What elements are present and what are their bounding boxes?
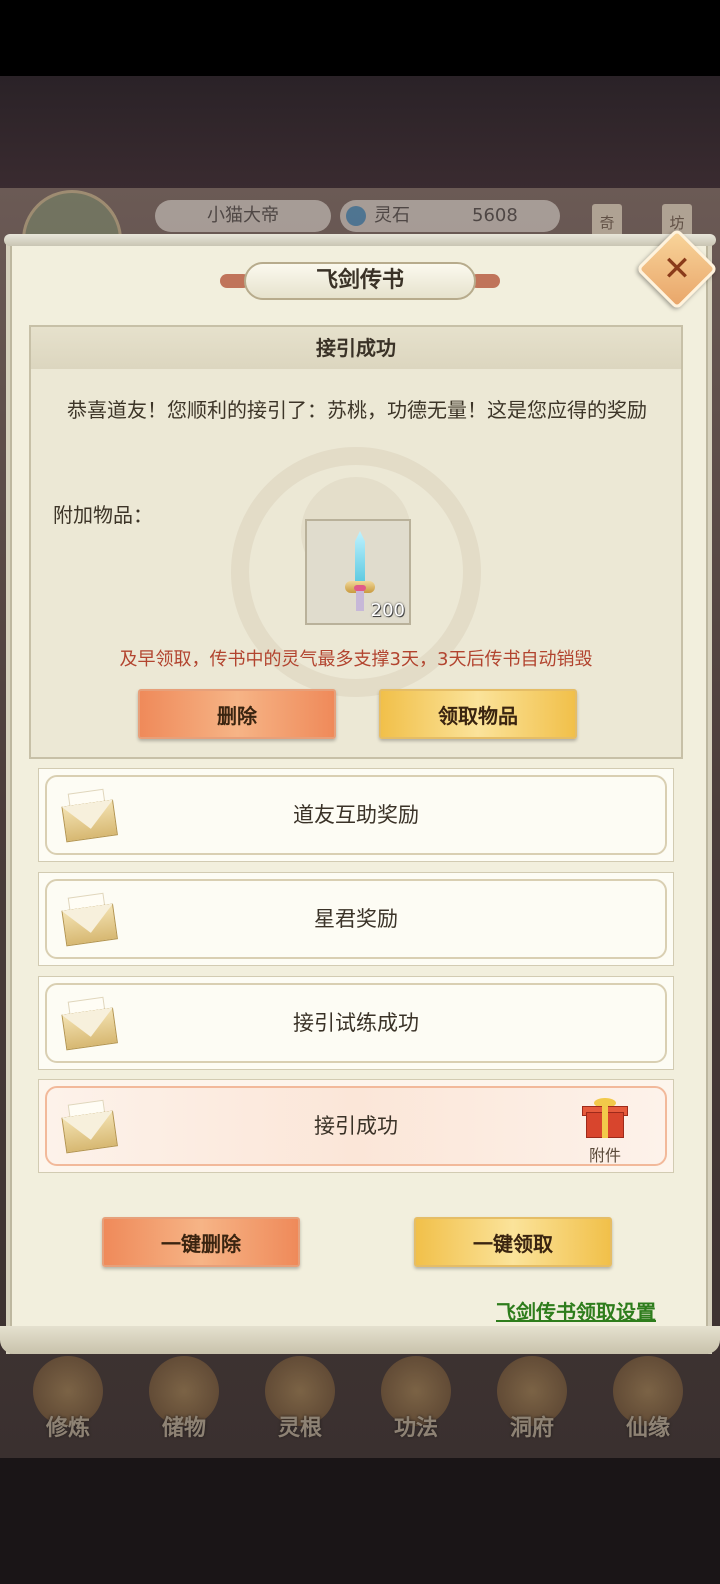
claim-settings-link[interactable]: 飞剑传书领取设置: [496, 1296, 656, 1325]
currency-pill: 灵石 5608: [340, 200, 560, 232]
mail-list-item[interactable]: 道友互助奖励: [38, 768, 674, 862]
mail-title: 接引试练成功: [293, 1011, 419, 1035]
status-bar: [0, 0, 720, 76]
expiry-warning: 及早领取，传书中的灵气最多支撑3天，3天后传书自动销毁: [119, 649, 593, 670]
nav-storage[interactable]: 储物: [134, 1356, 234, 1456]
dialog-title: 飞剑传书: [244, 262, 476, 300]
nav-fate[interactable]: 仙缘: [598, 1356, 698, 1456]
nav-label: 修炼: [45, 1416, 90, 1441]
attachment-badge: 附件: [588, 1146, 621, 1165]
item-quantity: 200: [370, 600, 405, 621]
mail-list-item[interactable]: 接引试练成功: [38, 976, 674, 1070]
dialog-title-plate: 飞剑传书: [220, 262, 500, 300]
mail-list-item-selected[interactable]: 接引成功 附件: [38, 1079, 674, 1173]
mail-detail: 接引成功 恭喜道友！您顺利的接引了：苏桃，功德无量！这是您应得的奖励 附加物品：…: [29, 325, 683, 759]
reward-item-slot[interactable]: 200: [305, 519, 411, 625]
mail-message: 恭喜道友！您顺利的接引了：苏桃，功德无量！这是您应得的奖励: [67, 398, 647, 422]
close-icon: ✕: [662, 249, 692, 289]
nav-label: 功法: [393, 1416, 438, 1441]
nav-label: 洞府: [509, 1416, 554, 1441]
delete-all-button[interactable]: 一键删除: [102, 1217, 300, 1267]
nav-skills[interactable]: 功法: [366, 1356, 466, 1456]
claim-items-button[interactable]: 领取物品: [379, 689, 577, 739]
delete-button[interactable]: 删除: [138, 689, 336, 739]
attachment-label: 附加物品：: [53, 503, 153, 527]
mail-title: 道友互助奖励: [293, 803, 419, 827]
currency-value: 5608: [472, 205, 518, 226]
game-background-bottom: [0, 1458, 720, 1584]
mail-title: 接引成功: [314, 1114, 398, 1138]
player-name: 小猫大帝: [155, 200, 331, 232]
claim-all-button[interactable]: 一键领取: [414, 1217, 612, 1267]
mail-detail-title: 接引成功: [31, 327, 681, 369]
nav-cave[interactable]: 洞府: [482, 1356, 582, 1456]
scroll-rod-bottom: [0, 1326, 720, 1354]
nav-label: 灵根: [277, 1416, 322, 1441]
nav-label: 储物: [161, 1416, 206, 1441]
nav-spirit-root[interactable]: 灵根: [250, 1356, 350, 1456]
spirit-stone-icon: [346, 206, 366, 226]
game-background-top: [0, 76, 720, 190]
bottom-nav: 修炼 储物 灵根 功法 洞府 仙缘: [0, 1356, 720, 1458]
scroll-rod-top: [4, 234, 716, 246]
mail-title: 星君奖励: [314, 907, 398, 931]
nav-label: 仙缘: [625, 1416, 670, 1441]
gift-icon: [582, 1098, 628, 1138]
currency-label: 灵石: [374, 205, 410, 226]
mail-list-item[interactable]: 星君奖励: [38, 872, 674, 966]
nav-cultivate[interactable]: 修炼: [18, 1356, 118, 1456]
